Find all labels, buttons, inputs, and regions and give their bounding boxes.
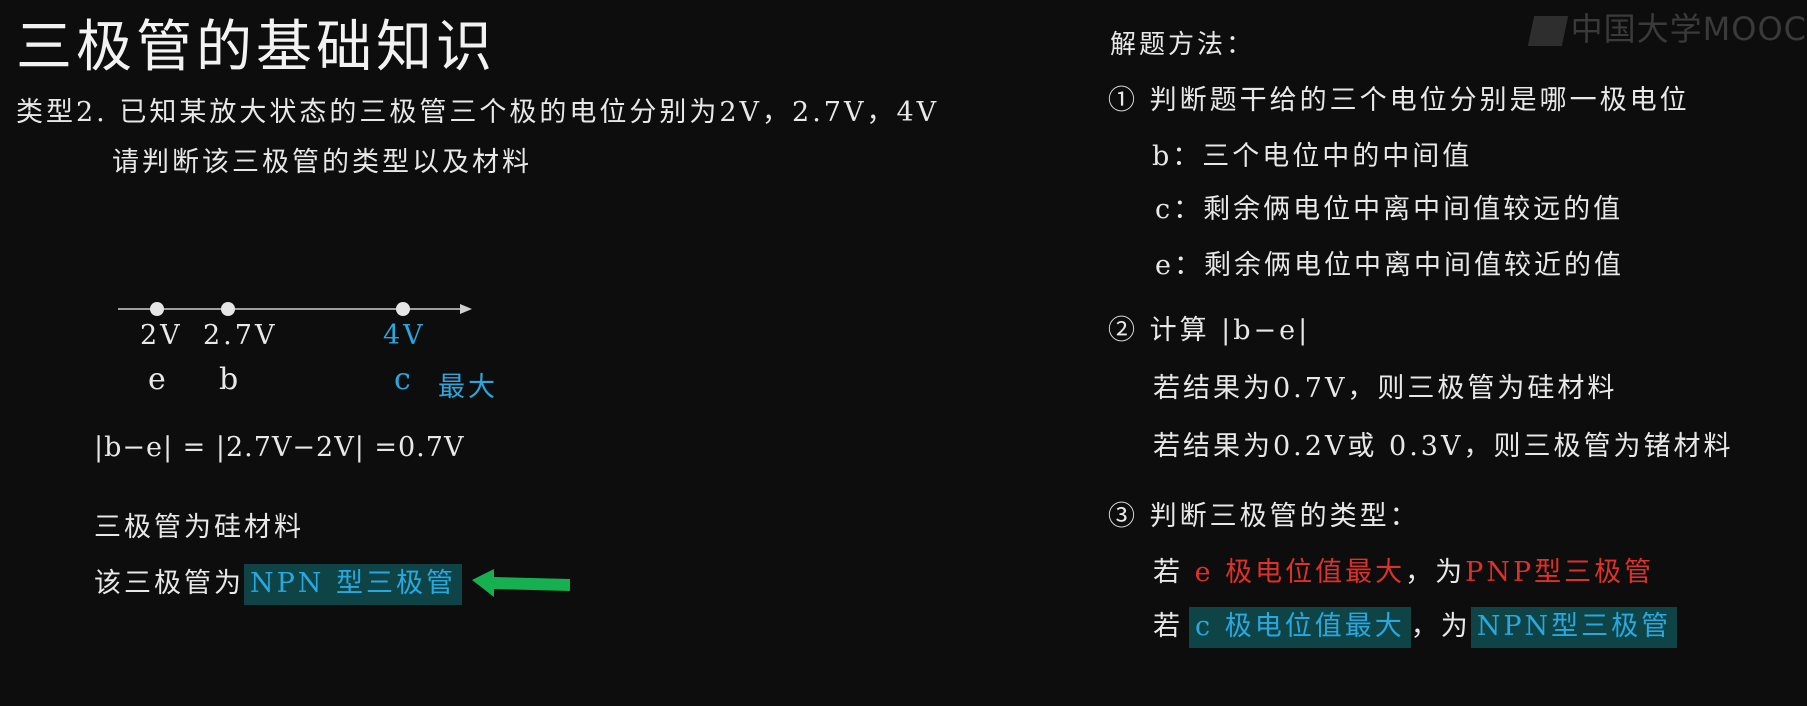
rule-npn: 若c 极电位值最大 ，为 NPN型三极管 <box>1153 604 1678 648</box>
rule-pnp-condition: e 极电位值最大 <box>1194 557 1406 588</box>
pole-e: e <box>148 362 169 397</box>
label-4v: 4V <box>383 320 426 351</box>
rule-npn-prefix: 若 <box>1153 611 1183 642</box>
rule-e: e：剩余俩电位中离中间值较近的值 <box>1155 250 1624 281</box>
point-4v <box>396 302 410 316</box>
pole-b: b <box>219 362 242 397</box>
label-2v: 2V <box>140 320 183 351</box>
material-conclusion: 三极管为硅材料 <box>94 512 304 543</box>
rule-pnp-type: PNP型三极管 <box>1465 557 1655 588</box>
rule-b: b：三个电位中的中间值 <box>1152 141 1473 172</box>
calc-line: |b−e| = |2.7V−2V| =0.7V <box>94 432 465 463</box>
max-note: 最大 <box>438 372 498 403</box>
point-2v <box>150 302 164 316</box>
rule-pnp-prefix: 若 <box>1153 557 1183 588</box>
method-step-3: ③ 判断三极管的类型： <box>1108 501 1420 532</box>
rule-silicon: 若结果为0.7V，则三极管为硅材料 <box>1153 373 1618 404</box>
method-heading: 解题方法： <box>1110 30 1256 60</box>
rule-npn-condition: c 极电位值最大 <box>1189 607 1411 648</box>
rule-c: c：剩余俩电位中离中间值较远的值 <box>1155 194 1624 225</box>
type-prefix: 该三极管为 <box>94 568 244 599</box>
rule-germanium: 若结果为0.2V或 0.3V，则三极管为锗材料 <box>1153 431 1734 462</box>
method-step-1: ① 判断题干给的三个电位分别是哪一极电位 <box>1108 85 1690 116</box>
type-conclusion: 该三极管为 NPN 型三极管 <box>94 561 462 605</box>
label-2-7v: 2.7V <box>203 320 278 351</box>
rule-npn-mid: ，为 <box>1410 611 1471 642</box>
point-2-7v <box>221 302 235 316</box>
rule-npn-type: NPN型三极管 <box>1470 607 1678 648</box>
number-line-arrowhead <box>460 304 472 314</box>
rule-pnp-mid: ，为 <box>1405 557 1466 588</box>
green-arrow-icon <box>472 569 570 597</box>
method-step-2: ② 计算 |b−e| <box>1108 315 1311 346</box>
rule-pnp: 若 e 极电位值最大，为PNP型三极管 <box>1153 550 1654 589</box>
type-result-highlight: NPN 型三极管 <box>244 564 462 605</box>
pole-c: c <box>394 362 414 397</box>
